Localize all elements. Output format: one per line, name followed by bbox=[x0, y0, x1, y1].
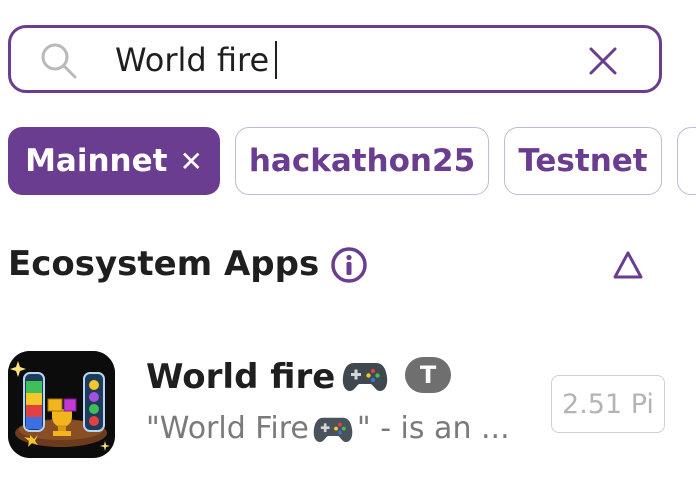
app-name: World fire bbox=[146, 357, 336, 397]
chip-mainnet[interactable]: Mainnet ✕ bbox=[8, 127, 220, 195]
search-input[interactable]: World fire bbox=[115, 40, 278, 80]
chip-testnet[interactable]: Testnet bbox=[504, 127, 662, 195]
app-logo-image bbox=[8, 351, 115, 458]
search-bar[interactable]: World fire bbox=[8, 25, 662, 93]
search-icon bbox=[41, 43, 77, 79]
app-description-suffix: " - is an ... bbox=[356, 411, 510, 446]
page: World fire Mainnet ✕ hackathon25 Testnet… bbox=[0, 0, 696, 495]
gamepad-icon bbox=[342, 363, 388, 391]
chip-overflow[interactable] bbox=[677, 127, 696, 195]
info-icon[interactable] bbox=[330, 246, 368, 284]
close-icon[interactable]: ✕ bbox=[179, 145, 202, 178]
chip-label: Testnet bbox=[518, 143, 648, 179]
app-list-item[interactable]: World fire T "World Fire " - is an ... 2… bbox=[0, 345, 696, 465]
testnet-badge: T bbox=[405, 357, 451, 393]
price-button[interactable]: 2.51 Pi bbox=[551, 375, 665, 433]
search-input-value: World fire bbox=[115, 41, 270, 79]
chip-hackathon25[interactable]: hackathon25 bbox=[235, 127, 489, 195]
chip-label: hackathon25 bbox=[248, 143, 476, 179]
triangle-up-icon[interactable] bbox=[612, 250, 644, 280]
app-logo bbox=[8, 351, 115, 458]
app-description-prefix: "World Fire bbox=[146, 411, 309, 446]
chip-label: Mainnet bbox=[25, 143, 168, 179]
gamepad-icon bbox=[313, 417, 353, 442]
section-title: Ecosystem Apps bbox=[8, 244, 320, 284]
clear-search-button[interactable] bbox=[587, 45, 619, 77]
filter-chips: Mainnet ✕ hackathon25 Testnet bbox=[8, 127, 696, 196]
app-description: "World Fire " - is an ... bbox=[146, 411, 510, 446]
text-caret bbox=[275, 41, 278, 79]
